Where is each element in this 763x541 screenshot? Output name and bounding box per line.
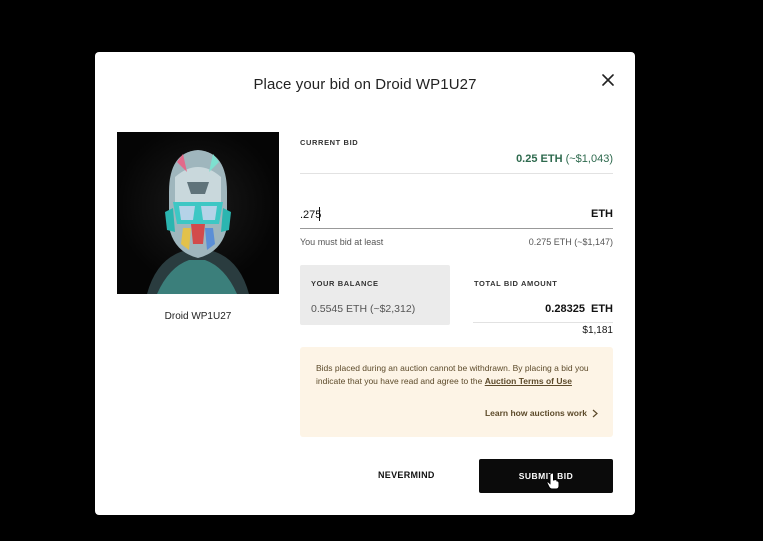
artwork-image	[117, 132, 279, 294]
balance-label: YOUR BALANCE	[311, 279, 379, 288]
current-bid-value: 0.25 ETH (~$1,043)	[516, 153, 613, 165]
balance-box: YOUR BALANCE 0.5545 ETH (~$2,312)	[300, 265, 450, 325]
total-bid-eth: 0.28325	[545, 303, 585, 315]
input-underline	[300, 228, 613, 229]
modal-title: Place your bid on Droid WP1U27	[253, 76, 477, 93]
current-bid-label: CURRENT BID	[300, 138, 359, 147]
total-bid-unit: ETH	[591, 303, 613, 315]
nevermind-button[interactable]: NEVERMIND	[378, 470, 435, 480]
divider	[300, 173, 613, 174]
auction-terms-link[interactable]: Auction Terms of Use	[485, 376, 572, 386]
minimum-bid-value: 0.275 ETH (~$1,147)	[528, 237, 613, 247]
notice-text: Bids placed during an auction cannot be …	[316, 362, 601, 388]
total-bid-value: 0.28325 ETH	[545, 303, 613, 315]
divider	[473, 322, 613, 323]
auction-notice: Bids placed during an auction cannot be …	[300, 347, 613, 437]
total-bid-label: TOTAL BID AMOUNT	[474, 279, 558, 288]
bid-modal: Place your bid on Droid WP1U27 Droid WP1…	[95, 52, 635, 515]
hand-cursor-icon	[546, 472, 560, 490]
minimum-bid-note: You must bid at least	[300, 237, 384, 247]
close-icon[interactable]	[598, 70, 618, 90]
bid-amount-input[interactable]	[300, 207, 530, 223]
artwork-caption: Droid WP1U27	[164, 311, 232, 322]
learn-auctions-link[interactable]: Learn how auctions work	[485, 408, 598, 418]
learn-auctions-label: Learn how auctions work	[484, 408, 587, 418]
chevron-right-icon	[592, 409, 598, 417]
current-bid-usd: (~$1,043)	[565, 153, 613, 165]
bid-unit-label: ETH	[591, 208, 613, 220]
balance-value: 0.5545 ETH (~$2,312)	[311, 303, 416, 315]
total-bid-usd: $1,181	[582, 325, 613, 336]
current-bid-eth: 0.25 ETH	[516, 153, 563, 165]
text-caret	[319, 207, 320, 221]
